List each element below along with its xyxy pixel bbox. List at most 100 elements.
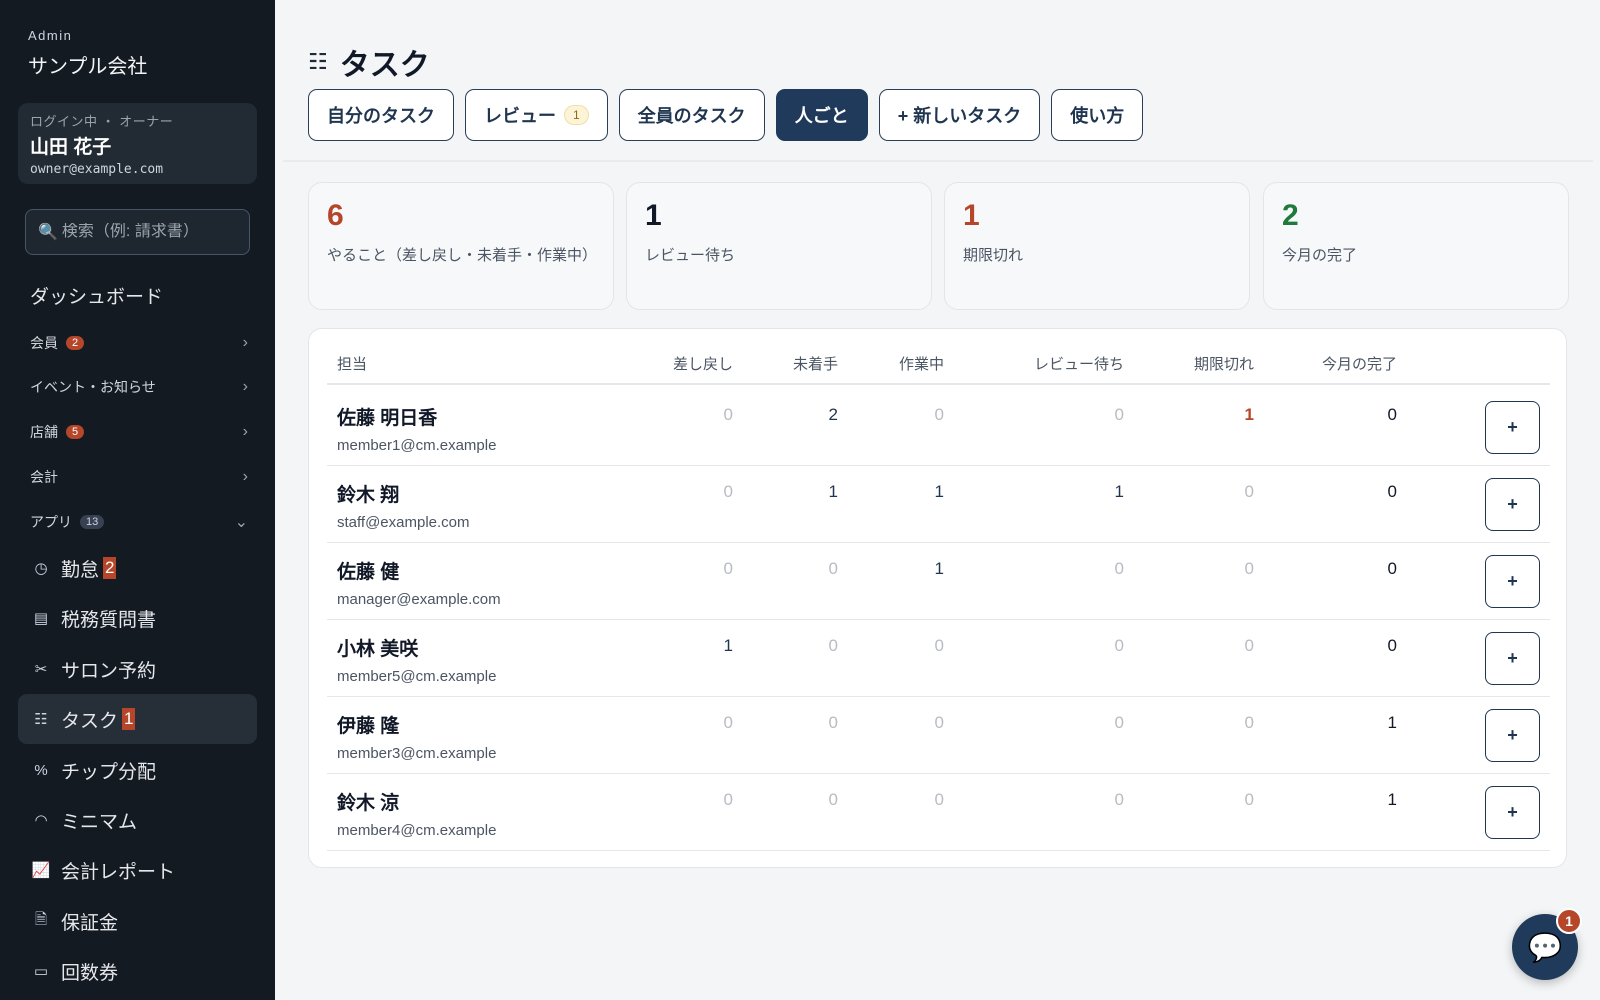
column-header: 期限切れ [1193,356,1254,373]
stat-value: 6 [327,199,344,232]
user-role: ログイン中 ・ オーナー [30,114,174,129]
count-returned: 0 [723,482,733,501]
app-item-salon-booking[interactable]: ✂ サロン予約 [18,644,257,694]
app-item-attendance[interactable]: ◷ 勤怠 2 [18,543,257,593]
assignee-name: 伊藤 隆 [337,716,400,737]
tab-all-tasks[interactable]: 全員のタスク [618,89,765,141]
stat-label: 期限切れ [963,247,1024,264]
count-in-progress[interactable]: 1 [884,559,944,579]
count-badge: 2 [66,336,85,350]
app-item-deposit[interactable]: 🗎 保証金 [18,896,257,946]
tab-label: 全員のタスク [637,106,746,126]
count-done-month: 0 [1387,559,1397,578]
count-overdue: 0 [1244,790,1254,809]
app-label: タスク [61,710,119,732]
percent-icon: % [34,761,48,779]
app-item-minimum[interactable]: ◠ ミニマム [18,795,257,845]
app-item-tip-distribution[interactable]: % チップ分配 [18,745,257,795]
tab-label: + 新しいタスク [897,106,1022,126]
count-done-month: 0 [1387,636,1397,655]
column-header: 担当 [337,356,368,373]
tab-bar: 自分のタスク レビュー 1 全員のタスク 人ごと + 新しいタスク 使い方 [308,89,1144,141]
tab-label: 使い方 [1070,106,1125,126]
add-task-button[interactable]: + [1485,401,1540,454]
chart-icon: 📈 [31,862,51,879]
app-item-tasks[interactable]: ☷ タスク 1 [18,694,257,744]
count-returned: 0 [723,790,733,809]
count-not-started[interactable]: 2 [778,405,838,425]
count-returned: 0 [723,559,733,578]
search-input[interactable] [61,223,242,241]
nav-section-events[interactable]: イベント・お知らせ › [30,373,248,401]
assignee-email: manager@example.com [337,591,501,608]
count-not-started: 0 [828,713,838,732]
tab-label: 人ごと [794,106,849,126]
stat-card-overdue: 1 期限切れ [944,182,1250,310]
user-card[interactable]: ログイン中 ・ オーナー 山田 花子 owner@example.com [18,103,257,184]
count-overdue[interactable]: 1 [1194,405,1254,425]
new-task-button[interactable]: + 新しいタスク [878,89,1041,141]
count-in-progress: 0 [934,790,944,809]
app-label: ミニマム [61,811,138,833]
task-list-icon: ☷ [308,49,328,74]
count-in-progress: 0 [934,713,944,732]
count-in-progress: 0 [934,636,944,655]
help-button[interactable]: 使い方 [1051,89,1144,141]
nav-dashboard[interactable]: ダッシュボード [30,282,163,309]
count-returned[interactable]: 1 [673,636,733,656]
table-header: 担当 差し戻し 未着手 作業中 レビュー待ち 期限切れ 今月の完了 [327,353,1550,385]
add-task-button[interactable]: + [1485,555,1540,608]
scissors-icon: ✂ [34,661,48,678]
company-name[interactable]: サンプル会社 [28,50,147,79]
stat-value: 1 [963,199,980,232]
app-item-tax-questionnaire[interactable]: ▤ 税務質問書 [18,593,257,643]
column-header: 今月の完了 [1321,356,1397,373]
assignee-email: member3@cm.example [337,745,497,762]
count-in-progress[interactable]: 1 [884,482,944,502]
table-row: 小林 美咲 member5@cm.example 1 0 0 0 0 0 + [327,620,1550,697]
count-not-started[interactable]: 1 [778,482,838,502]
tab-label: レビュー [484,106,556,126]
section-label: イベント・お知らせ [30,379,156,395]
add-task-button[interactable]: + [1485,709,1540,762]
count-overdue: 0 [1244,713,1254,732]
add-task-button[interactable]: + [1485,786,1540,839]
nav-section-accounting[interactable]: 会計 › [30,463,248,491]
nav-section-apps[interactable]: アプリ 13 ⌄ [30,508,248,536]
header-divider [283,160,1593,162]
stat-label: 今月の完了 [1282,247,1358,264]
tab-by-person[interactable]: 人ごと [775,89,868,141]
count-returned: 0 [723,713,733,732]
page-title-text: タスク [339,49,430,82]
document-icon: ▤ [33,610,49,627]
add-task-button[interactable]: + [1485,632,1540,685]
notification-badge: 1 [122,708,136,730]
count-awaiting-review: 0 [1114,636,1124,655]
app-item-accounting-report[interactable]: 📈 会計レポート [18,845,257,895]
task-list-icon: ☷ [34,711,48,728]
add-task-button[interactable]: + [1485,478,1540,531]
count-done-month: 0 [1387,482,1397,501]
app-item-coupon-ticket[interactable]: ▭ 回数券 [18,946,257,996]
receipt-icon: 🗎 [34,910,48,928]
count-in-progress: 0 [934,405,944,424]
section-label: 会員 [30,335,58,351]
column-header: レビュー待ち [1033,356,1124,373]
count-badge: 5 [66,425,85,439]
chevron-right-icon: › [242,378,248,395]
table-row: 鈴木 涼 member4@cm.example 0 0 0 0 0 1 + [327,774,1550,851]
count-done-month[interactable]: 1 [1337,790,1397,810]
stat-label: レビュー待ち [645,247,736,264]
assignee-email: member1@cm.example [337,437,497,454]
tab-my-tasks[interactable]: 自分のタスク [308,89,454,141]
count-done-month: 0 [1387,405,1397,424]
count-done-month[interactable]: 1 [1337,713,1397,733]
nav-section-members[interactable]: 会員 2 › [30,329,248,357]
tab-review[interactable]: レビュー 1 [465,89,608,141]
count-badge: 1 [564,105,589,125]
stat-card-done-month: 2 今月の完了 [1263,182,1569,310]
count-awaiting-review: 0 [1114,790,1124,809]
stat-value: 1 [645,199,662,232]
nav-section-stores[interactable]: 店舗 5 › [30,418,248,446]
count-awaiting-review[interactable]: 1 [1064,482,1124,502]
